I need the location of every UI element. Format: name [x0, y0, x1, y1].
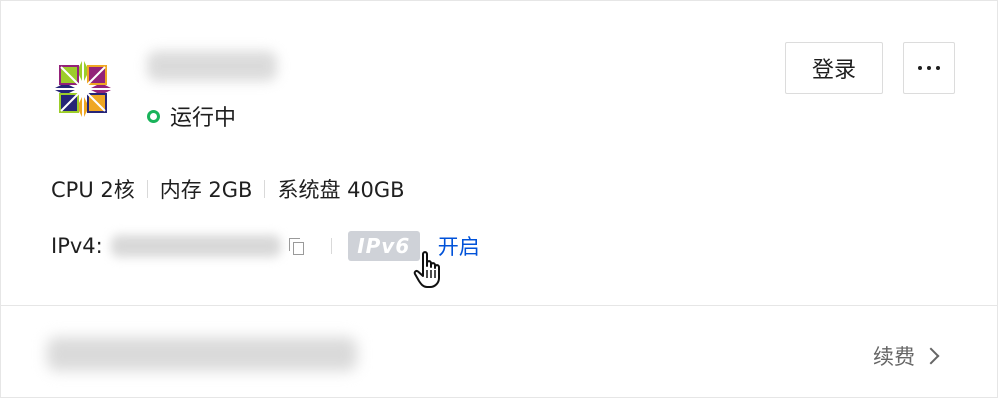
- ipv4-address-redacted: [110, 235, 281, 257]
- instance-card: 运行中 登录 CPU 2核 内存 2GB 系统盘 40GB IPv4: IPv6…: [0, 0, 998, 398]
- ipv6-badge: IPv6: [347, 231, 420, 261]
- instance-specs: CPU 2核 内存 2GB 系统盘 40GB: [51, 172, 405, 206]
- cpu-spec: CPU 2核: [51, 178, 135, 202]
- chevron-right-icon: [922, 347, 940, 365]
- network-divider: [330, 238, 332, 254]
- renew-label: 续费: [873, 345, 915, 369]
- instance-header: 运行中 登录 CPU 2核 内存 2GB 系统盘 40GB IPv4: IPv6…: [1, 1, 997, 305]
- hand-pointer-cursor-icon: [413, 251, 440, 288]
- login-button[interactable]: 登录: [785, 42, 883, 94]
- spec-divider: [264, 180, 266, 198]
- section-divider: [1, 305, 997, 306]
- instance-name-redacted: [147, 51, 277, 81]
- centos-logo: [53, 59, 113, 119]
- more-horizontal-icon: [918, 66, 940, 70]
- copy-icon[interactable]: [287, 236, 307, 256]
- instance-status: 运行中: [147, 101, 236, 131]
- status-label: 运行中: [170, 106, 237, 131]
- renew-link[interactable]: 续费: [873, 341, 940, 371]
- status-running-icon: [147, 109, 160, 123]
- disk-spec: 系统盘 40GB: [277, 178, 405, 202]
- spec-divider: [146, 180, 148, 198]
- more-actions-button[interactable]: [903, 42, 955, 94]
- memory-spec: 内存 2GB: [159, 178, 253, 202]
- ipv4-label: IPv4:: [51, 234, 103, 258]
- billing-info-redacted: [47, 337, 357, 371]
